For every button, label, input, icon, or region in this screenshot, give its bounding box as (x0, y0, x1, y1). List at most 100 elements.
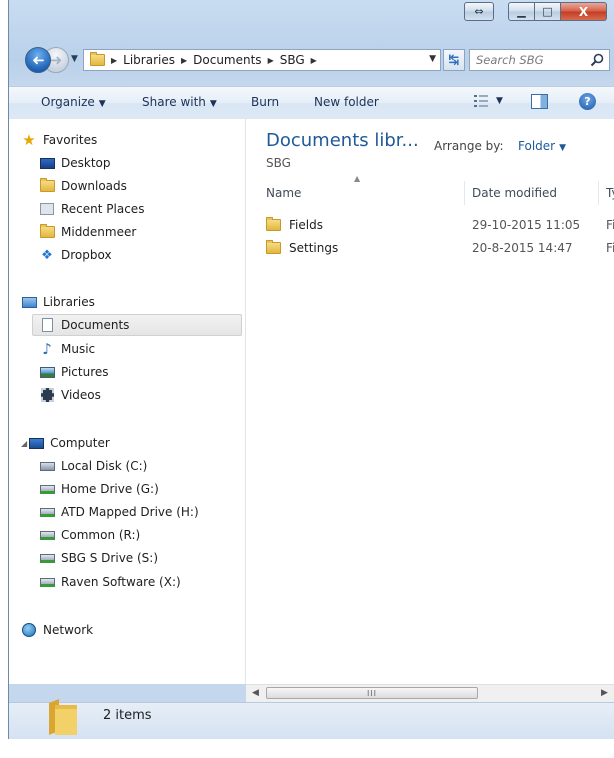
recent-pages-dropdown[interactable]: ▼ (71, 54, 78, 64)
breadcrumb-separator[interactable]: ▶ (268, 56, 274, 65)
breadcrumb-separator[interactable]: ▶ (181, 56, 187, 65)
nav-item-common-r[interactable]: Common (R:) (39, 524, 140, 546)
scrollbar-thumb[interactable]: III (266, 687, 478, 699)
column-header-date-modified[interactable]: Date modified (472, 181, 557, 205)
details-view-icon (474, 95, 488, 107)
breadcrumb-documents[interactable]: Documents (193, 53, 261, 67)
nav-item-pictures[interactable]: Pictures (39, 361, 109, 383)
chevron-down-icon: ▼ (559, 143, 567, 153)
network-icon (21, 622, 37, 638)
breadcrumb-separator[interactable]: ▶ (311, 56, 317, 65)
table-row[interactable]: Fields 29-10-2015 11:05 Fil (246, 214, 614, 236)
nav-network[interactable]: Network (21, 619, 93, 641)
nav-item-label: Videos (61, 388, 101, 402)
share-with-label: Share with (142, 95, 206, 109)
pictures-icon (39, 364, 55, 380)
nav-item-label: Dropbox (61, 248, 112, 262)
share-with-menu[interactable]: Share with ▼ (142, 95, 217, 109)
close-button[interactable]: X (561, 2, 607, 21)
breadcrumb-separator[interactable]: ▶ (111, 56, 117, 65)
nav-item-label: Desktop (61, 156, 111, 170)
nav-item-recent-places[interactable]: Recent Places (39, 198, 144, 220)
column-header-type[interactable]: Ty (606, 181, 614, 205)
burn-button[interactable]: Burn (251, 95, 279, 109)
nav-libraries[interactable]: Libraries (21, 291, 95, 313)
change-view-button[interactable]: ▼ (474, 95, 503, 107)
nav-item-sbg-s-drive[interactable]: SBG S Drive (S:) (39, 547, 158, 569)
breadcrumb-libraries[interactable]: Libraries (123, 53, 175, 67)
snap-button[interactable]: ⇔ (464, 2, 494, 21)
minimize-button[interactable]: ▁ (508, 2, 535, 21)
downloads-folder-icon (39, 178, 55, 194)
nav-item-label: SBG S Drive (S:) (61, 551, 159, 565)
expand-caret-icon[interactable]: ◢ (21, 439, 27, 448)
nav-item-raven-software-x[interactable]: Raven Software (X:) (39, 571, 181, 593)
nav-favorites[interactable]: ★ Favorites (21, 129, 97, 151)
preview-pane-button[interactable] (531, 94, 548, 109)
search-input[interactable] (476, 53, 586, 67)
arrange-by-label: Arrange by: (434, 139, 504, 153)
file-list-pane: Documents libr... SBG Arrange by: Folder… (246, 119, 614, 684)
scroll-right-arrow-icon[interactable]: ▶ (601, 688, 608, 698)
chevron-down-icon: ▼ (496, 96, 503, 106)
nav-item-desktop[interactable]: Desktop (39, 152, 111, 174)
nav-item-middenmeer[interactable]: Middenmeer (39, 221, 136, 243)
scroll-left-arrow-icon[interactable]: ◀ (252, 688, 259, 698)
address-bar[interactable]: ▶ Libraries ▶ Documents ▶ SBG ▶ ▼ (83, 49, 441, 71)
file-date-cell: 29-10-2015 11:05 (472, 218, 581, 232)
caption-buttons: ⇔ ▁ □ X (464, 2, 607, 21)
nav-item-documents[interactable]: Documents (32, 314, 242, 336)
videos-icon (39, 387, 55, 403)
column-divider[interactable] (598, 181, 599, 205)
maximize-button[interactable]: □ (535, 2, 561, 21)
column-header-name[interactable]: Name (266, 181, 301, 205)
help-button[interactable]: ? (579, 93, 596, 110)
new-folder-button[interactable]: New folder (314, 95, 379, 109)
nav-item-downloads[interactable]: Downloads (39, 175, 127, 197)
search-box[interactable] (469, 49, 610, 71)
file-type-cell: Fil (606, 241, 614, 255)
network-drive-icon (39, 504, 55, 520)
network-drive-icon (39, 550, 55, 566)
nav-item-home-drive-g[interactable]: Home Drive (G:) (39, 478, 159, 500)
back-button[interactable]: ➜ (25, 47, 51, 73)
nav-item-label: Middenmeer (61, 225, 137, 239)
nav-item-dropbox[interactable]: ❖ Dropbox (39, 244, 112, 266)
recent-places-icon (39, 201, 55, 217)
table-row[interactable]: Settings 20-8-2015 14:47 Fil (246, 237, 614, 259)
nav-item-videos[interactable]: Videos (39, 384, 101, 406)
music-icon: ♪ (42, 340, 52, 358)
nav-item-label: Raven Software (X:) (61, 575, 181, 589)
item-count-label: 2 items (103, 708, 152, 723)
organize-menu[interactable]: Organize ▼ (41, 95, 106, 109)
nav-computer-label: Computer (50, 436, 110, 450)
scrollbar-grip: III (366, 688, 378, 698)
file-name: Fields (289, 218, 323, 232)
horizontal-scrollbar[interactable]: ◀ III ▶ (246, 684, 614, 702)
arrange-by-value: Folder (518, 139, 556, 153)
local-disk-icon (39, 458, 55, 474)
sort-ascending-icon: ▲ (354, 174, 361, 183)
nav-item-local-disk-c[interactable]: Local Disk (C:) (39, 455, 147, 477)
nav-item-label: Common (R:) (61, 528, 141, 542)
network-drive-icon (39, 481, 55, 497)
arrow-left-icon: ➜ (31, 51, 45, 69)
desktop-icon (39, 155, 55, 171)
file-name-cell[interactable]: Fields (266, 217, 323, 232)
library-title: Documents libr... (266, 130, 419, 151)
address-history-dropdown[interactable]: ▼ (429, 54, 436, 64)
dropbox-icon: ❖ (41, 247, 53, 263)
column-divider[interactable] (464, 181, 465, 205)
nav-computer[interactable]: ◢ Computer (21, 432, 110, 454)
nav-item-music[interactable]: ♪ Music (39, 338, 95, 360)
nav-item-atd-mapped-drive-h[interactable]: ATD Mapped Drive (H:) (39, 501, 199, 523)
chevron-down-icon: ▼ (209, 99, 217, 109)
chevron-down-icon: ▼ (98, 99, 106, 109)
breadcrumb-sbg[interactable]: SBG (280, 53, 305, 67)
refresh-button[interactable]: ↹ (443, 49, 465, 71)
file-name-cell[interactable]: Settings (266, 240, 338, 255)
libraries-icon (21, 294, 37, 310)
search-icon[interactable] (590, 53, 604, 67)
navigation-row: ➜ ➜ ▼ ▶ Libraries ▶ Documents ▶ SBG ▶ ▼ … (9, 45, 614, 75)
arrange-by-dropdown[interactable]: Folder ▼ (518, 139, 566, 153)
